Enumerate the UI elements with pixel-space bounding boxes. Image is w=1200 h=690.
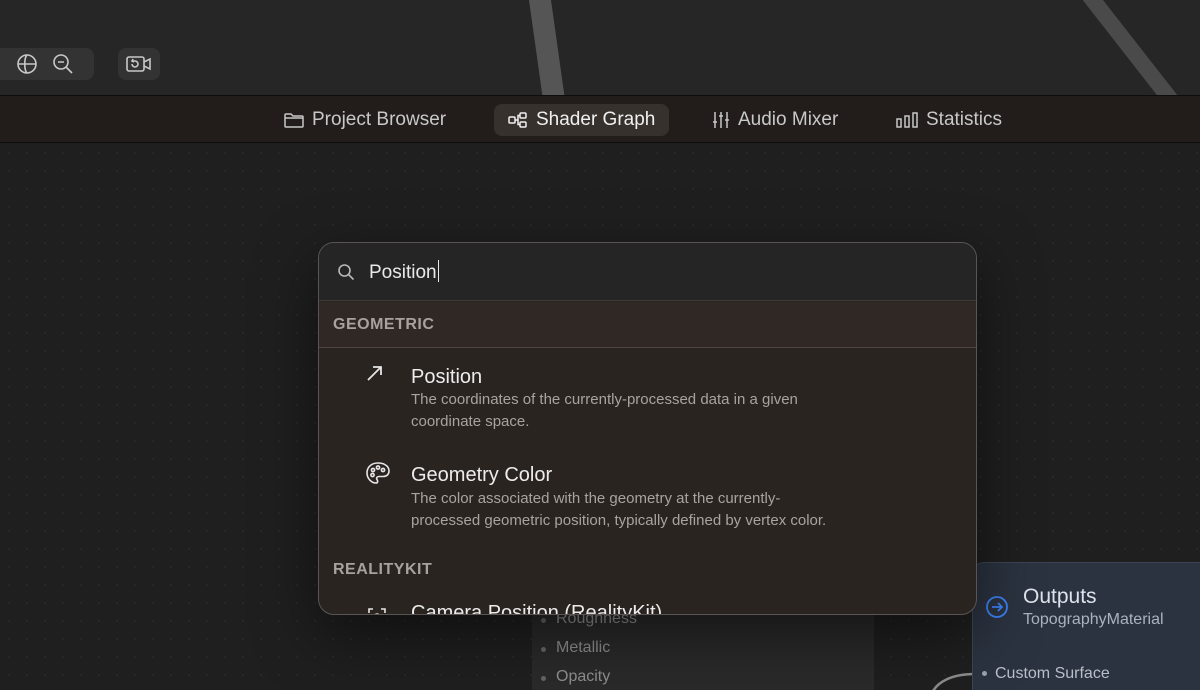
zoom-icon[interactable] [52,53,74,75]
result-camera-position[interactable]: Camera Position (RealityKit) [411,602,662,614]
result-geometry-color[interactable]: Geometry Color The color associated with… [319,447,976,547]
tab-shader-graph[interactable]: Shader Graph [494,104,670,136]
result-title: Geometry Color [411,464,553,486]
search-icon [337,263,355,281]
section-header-realitykit: REALITYKIT [319,547,976,593]
viewport-scene-road [526,0,568,95]
viewport-scene-road [1069,0,1187,95]
tab-audio-mixer[interactable]: Audio Mixer [698,104,852,136]
outputs-title: Outputs [1023,585,1097,608]
camera-frame-icon [367,607,387,614]
outputs-subtitle: TopographyMaterial [1023,611,1164,628]
folder-icon [284,112,304,128]
node-property: Metallic [556,639,611,656]
search-input[interactable]: Position [369,260,440,284]
node-property: Opacity [556,668,611,685]
result-description: The color associated with the geometry a… [411,490,827,529]
result-description: The coordinates of the currently-process… [411,391,798,430]
tab-label: Shader Graph [536,109,656,130]
arrow-up-right-icon [365,363,385,383]
editor-tab-bar: Project Browser Shader Graph Audio Mixer… [0,95,1200,143]
port-dot[interactable] [541,676,546,681]
tab-label: Project Browser [312,109,447,130]
sliders-icon [712,111,730,129]
tab-label: Statistics [926,109,1003,130]
bar-chart-icon [896,112,918,128]
search-bar: Position [319,243,976,301]
section-header-geometric: GEOMETRIC [319,302,976,348]
port-dot[interactable] [541,618,546,623]
camera-icon [126,54,152,74]
port-dot[interactable] [982,671,987,676]
globe-icon[interactable] [16,53,38,75]
tab-label: Audio Mixer [738,109,839,130]
app-window: Project Browser Shader Graph Audio Mixer… [0,0,1200,690]
text-caret [437,260,440,282]
viewport[interactable] [0,0,1200,95]
tab-statistics[interactable]: Statistics [882,104,1016,136]
camera-tool-button[interactable] [118,48,160,80]
outputs-port-label: Custom Surface [995,665,1110,682]
outputs-node[interactable]: Outputs TopographyMaterial Custom Surfac… [972,562,1200,690]
section-header-label: GEOMETRIC [333,316,435,333]
viewport-toolbar [0,48,94,80]
result-title: Position [411,366,483,388]
graph-nodes-icon [508,112,528,128]
palette-icon [365,461,391,485]
port-dot[interactable] [541,647,546,652]
result-position[interactable]: Position The coordinates of the currentl… [319,349,976,445]
section-header-label: REALITYKIT [333,561,433,578]
node-search-popup: Position GEOMETRIC Position The coordina… [318,242,977,615]
tab-project-browser[interactable]: Project Browser [270,104,460,136]
output-arrow-icon [985,595,1009,619]
